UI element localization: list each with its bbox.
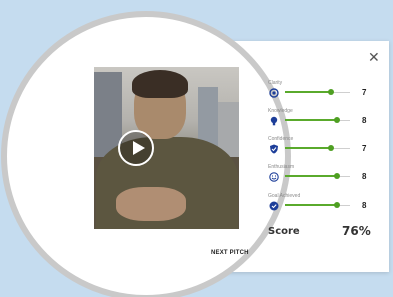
metric-value: 8: [362, 201, 367, 210]
metric-label: Confidence: [268, 136, 294, 142]
close-icon[interactable]: ✕: [368, 50, 380, 64]
slider-fill: [285, 91, 331, 93]
target-icon: [269, 88, 279, 98]
metric-enthusiasm: Enthusiasm 8: [268, 164, 380, 186]
metric-clarity: Clarity 7: [268, 80, 380, 102]
metric-goal-achieved: Goal Achieved 8: [268, 193, 380, 215]
next-pitch-button[interactable]: NEXT PITCH: [211, 250, 249, 256]
metric-confidence: Confidence 7: [268, 136, 380, 158]
metric-value: 8: [362, 116, 367, 125]
metric-value: 8: [362, 172, 367, 181]
stage: NEXT PITCH ✕ Clarity 7 Knowledge 8 Confi…: [0, 0, 393, 297]
lightbulb-icon: [269, 116, 279, 126]
slider-fill: [285, 204, 337, 206]
slider-thumb[interactable]: [334, 117, 340, 123]
video-person-hair: [132, 70, 188, 98]
metric-label: Knowledge: [268, 108, 293, 114]
metric-value: 7: [362, 144, 367, 153]
slider-fill: [285, 175, 337, 177]
slider-fill: [285, 119, 337, 121]
shield-icon: [269, 144, 279, 154]
score-label: Score: [268, 226, 300, 237]
badge-check-icon: [269, 201, 279, 211]
slider-fill: [285, 147, 331, 149]
metric-knowledge: Knowledge 8: [268, 108, 380, 130]
metric-value: 7: [362, 88, 367, 97]
video-person-hands: [116, 187, 186, 221]
metric-label: Goal Achieved: [268, 193, 301, 199]
score-value: 76%: [342, 224, 371, 238]
slider-thumb[interactable]: [334, 173, 340, 179]
video-player[interactable]: [94, 67, 239, 229]
slider-thumb[interactable]: [334, 202, 340, 208]
metric-label: Enthusiasm: [268, 164, 295, 170]
play-icon[interactable]: [118, 130, 154, 166]
slider-thumb[interactable]: [328, 145, 334, 151]
slider-thumb[interactable]: [328, 89, 334, 95]
metric-label: Clarity: [268, 80, 283, 86]
smiley-icon: [269, 172, 279, 182]
